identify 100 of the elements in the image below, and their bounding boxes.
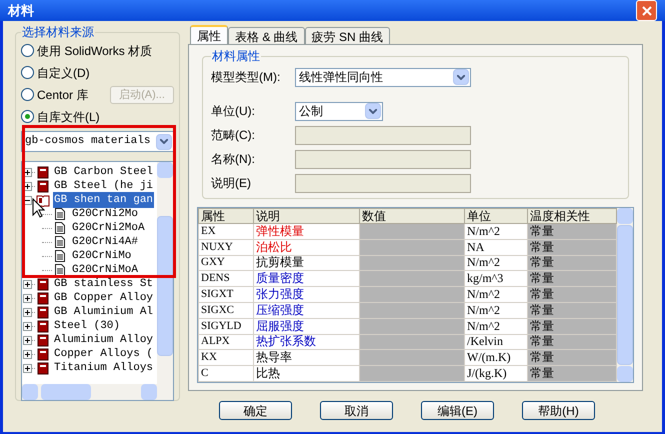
book-icon — [37, 348, 49, 360]
column-header[interactable]: 数值 — [360, 208, 464, 224]
book-icon — [37, 334, 49, 346]
dropdown-button[interactable] — [156, 134, 172, 150]
field-label: 单位(U): — [211, 103, 256, 120]
table-cell: 常量 — [528, 270, 616, 287]
radio-button[interactable] — [21, 44, 34, 57]
column-header[interactable]: 单位 — [464, 208, 528, 224]
radio-button[interactable] — [21, 66, 34, 79]
field-label: 模型类型(M): — [211, 69, 282, 86]
document-icon — [55, 250, 65, 262]
table-cell: SIGXT — [198, 286, 254, 302]
radio-button[interactable] — [21, 88, 34, 101]
dropdown-button[interactable] — [365, 103, 381, 119]
tab[interactable]: 属性 — [190, 25, 228, 44]
dropdown-button[interactable] — [453, 69, 469, 85]
table-cell: DENS — [198, 270, 254, 287]
column-header[interactable]: 说明 — [254, 208, 360, 224]
book-icon — [37, 292, 49, 304]
chevron-down-icon — [369, 108, 377, 114]
table-cell: 泊松比 — [254, 239, 360, 256]
tree-item[interactable]: GB Carbon Steel — [53, 164, 154, 180]
column-header[interactable]: 属性 — [198, 208, 254, 224]
tab[interactable]: 表格 & 曲线 — [228, 27, 305, 44]
close-button[interactable] — [636, 0, 657, 21]
radio-label[interactable]: 自定义(D) — [37, 64, 90, 82]
table-cell: 热扩张系数 — [254, 334, 360, 350]
library-select[interactable]: gb-cosmos materials — [21, 131, 174, 152]
book-icon — [37, 362, 49, 374]
table-cell: 张力强度 — [254, 286, 360, 302]
select-field[interactable]: 线性弹性同向性 — [295, 68, 471, 86]
tree-item[interactable]: Copper Alloys ( — [53, 346, 154, 362]
table-cell: 常量 — [528, 224, 616, 240]
expand-icon[interactable] — [23, 336, 32, 344]
mouse-cursor-icon — [32, 198, 45, 218]
table-cell: N/m^2 — [464, 302, 528, 318]
tree-item[interactable]: GB stainless St — [53, 276, 154, 292]
document-icon — [55, 222, 65, 234]
table-cell: kg/m^3 — [464, 270, 528, 287]
dialog-button[interactable]: 帮助(H) — [522, 401, 595, 420]
tree-item[interactable]: G20CrNiMo — [72, 248, 132, 264]
tree-item[interactable]: GB Steel (he ji — [53, 178, 154, 194]
table-cell: SIGYLD — [198, 318, 254, 334]
table-cell: 常量 — [528, 302, 616, 318]
table-cell: NA — [464, 239, 528, 256]
select-field[interactable]: 公制 — [295, 102, 383, 120]
table-cell: 常量 — [528, 350, 616, 366]
table-cell: N/m^2 — [464, 286, 528, 302]
open-book-icon — [36, 194, 50, 206]
tree-item[interactable]: Aluminium Alloy — [53, 332, 154, 348]
tree-item[interactable]: GB Copper Alloy — [53, 290, 154, 306]
tree-item[interactable]: Steel (30) — [53, 318, 122, 334]
book-icon — [37, 320, 49, 332]
table-cell: 常量 — [528, 286, 616, 302]
horizontal-scrollbar[interactable] — [22, 384, 173, 400]
tree-item[interactable]: GB Aluminium Al — [53, 304, 154, 320]
table-cell: 常量 — [528, 318, 616, 334]
scrollbar[interactable] — [157, 162, 173, 384]
book-icon — [37, 306, 49, 318]
table-cell: 质量密度 — [254, 270, 360, 287]
table-cell: 常量 — [528, 366, 616, 382]
tab[interactable]: 疲劳 SN 曲线 — [304, 27, 390, 44]
radio-button[interactable] — [21, 110, 34, 123]
tree-item[interactable]: G20CrNi2MoA — [72, 220, 145, 236]
dialog-button[interactable]: 取消 — [320, 401, 393, 420]
tree-item[interactable]: GB shen tan gan — [53, 192, 154, 208]
tree-item[interactable]: G20CrNi4A# — [72, 234, 138, 250]
radio-label[interactable]: Centor 库 — [37, 86, 88, 104]
expand-icon[interactable] — [23, 294, 32, 302]
expand-icon[interactable] — [23, 280, 32, 288]
table-cell: 比热 — [254, 366, 360, 382]
group-title: 选择材料来源 — [21, 24, 95, 41]
table-cell: 屈服强度 — [254, 318, 360, 334]
radio-label[interactable]: 自库文件(L) — [37, 108, 100, 126]
field-label: 范畴(C): — [211, 127, 256, 144]
expand-icon[interactable] — [23, 322, 32, 330]
radio-label[interactable]: 使用 SolidWorks 材质 — [37, 42, 152, 60]
table-cell: EX — [198, 224, 254, 240]
chevron-down-icon — [457, 74, 465, 80]
table-cell: GXY — [198, 255, 254, 271]
expand-icon[interactable] — [23, 308, 32, 316]
column-header[interactable]: 温度相关性 — [528, 208, 616, 224]
dialog-button[interactable]: 编辑(E) — [421, 401, 494, 420]
expand-icon[interactable] — [23, 350, 32, 358]
table-cell: 热导率 — [254, 350, 360, 366]
table-cell: W/(m.K) — [464, 350, 528, 366]
expand-icon[interactable] — [23, 364, 32, 372]
chevron-down-icon — [160, 139, 168, 144]
document-icon — [55, 236, 65, 248]
table-cell: N/m^2 — [464, 255, 528, 271]
document-icon — [55, 264, 65, 276]
tree-item[interactable]: G20CrNiMoA — [72, 262, 138, 278]
table-cell: NUXY — [198, 239, 254, 256]
scrollbar[interactable] — [617, 208, 633, 382]
table-cell: N/m^2 — [464, 224, 528, 240]
table-cell: J/(kg.K) — [464, 366, 528, 382]
table-cell: /Kelvin — [464, 334, 528, 350]
tree-item[interactable]: G20CrNi2Mo — [72, 206, 138, 222]
dialog-button[interactable]: 确定 — [219, 401, 292, 420]
tree-item[interactable]: Titanium Alloys — [53, 360, 154, 376]
